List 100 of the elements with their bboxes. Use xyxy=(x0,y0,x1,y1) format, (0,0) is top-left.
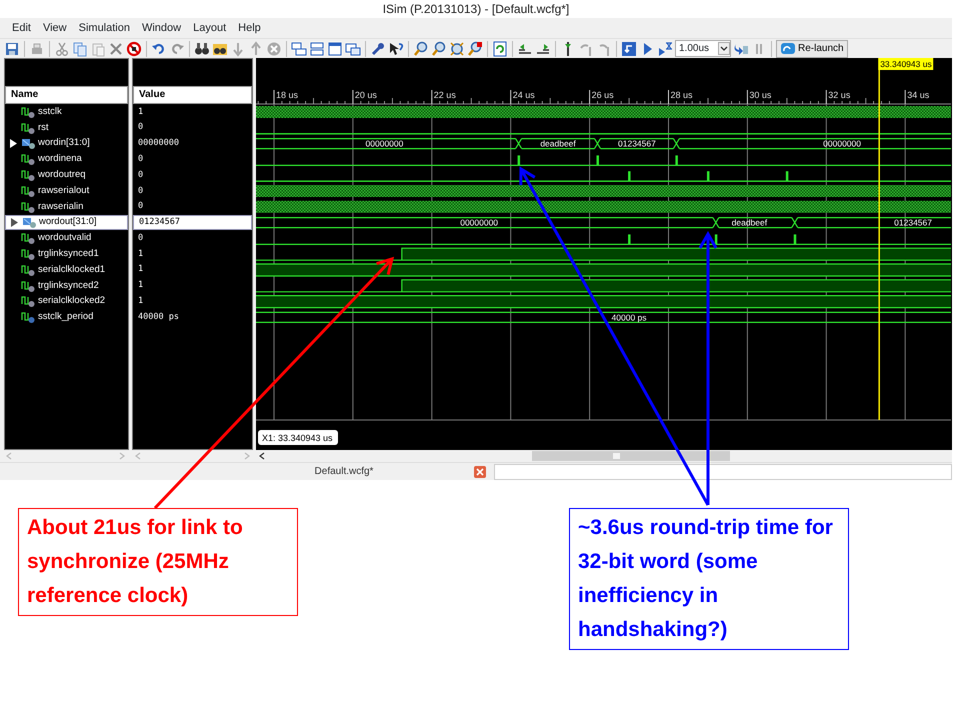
signal-value: 1 xyxy=(138,279,144,292)
time-tick-label: 18 us xyxy=(276,90,298,100)
signal-row[interactable]: serialclklocked2 xyxy=(5,294,128,310)
signal-name[interactable]: wordout[31:0] xyxy=(39,215,97,230)
menu-item[interactable]: Simulation xyxy=(72,20,136,36)
window-title: ISim (P.20131013) - [Default.wcfg*] xyxy=(0,0,952,18)
expand-arrow-icon[interactable] xyxy=(10,218,19,227)
bus-signal-icon xyxy=(22,216,36,228)
signal-row[interactable]: wordoutreq xyxy=(5,167,128,183)
signal-icon xyxy=(21,232,35,244)
signal-value: 0 xyxy=(138,200,144,214)
signal-name[interactable]: trglinksynced1 xyxy=(38,246,99,262)
signal-icon xyxy=(21,264,35,276)
copy-icon[interactable] xyxy=(72,40,88,56)
run-time-field[interactable]: 1.00us xyxy=(675,40,731,57)
menu-item[interactable]: Edit xyxy=(6,20,37,36)
column-header[interactable]: Name xyxy=(5,86,128,104)
bus-signal-icon xyxy=(21,137,35,150)
zoom-marker-icon[interactable] xyxy=(467,40,483,56)
signal-row[interactable]: rst xyxy=(5,120,128,136)
signal-name[interactable]: sstclk xyxy=(38,104,62,120)
menu-item[interactable]: Layout xyxy=(187,20,232,36)
tile-vertical-icon[interactable] xyxy=(327,40,343,56)
windows-icon[interactable] xyxy=(345,40,361,56)
time-tick-label: 22 us xyxy=(434,90,456,100)
signal-name[interactable]: sstclk_period xyxy=(38,310,94,324)
relaunch-icon[interactable] xyxy=(780,40,796,56)
help-pointer-icon[interactable] xyxy=(388,40,404,56)
scrollbar-thumb[interactable] xyxy=(532,451,730,461)
time-tick-label: 34 us xyxy=(907,90,930,100)
save-icon[interactable] xyxy=(4,40,20,56)
signal-name[interactable]: rawserialin xyxy=(38,200,84,214)
wrench-icon[interactable] xyxy=(370,40,386,56)
signal-name[interactable]: rawserialout xyxy=(38,184,90,198)
zoom-in-icon[interactable] xyxy=(413,40,429,56)
bus-value-label: 01234567 xyxy=(894,218,932,228)
time-tick-label: 26 us xyxy=(592,90,614,100)
signal-row[interactable]: wordinena xyxy=(5,151,128,168)
cursor-line[interactable] xyxy=(878,70,880,420)
restart-icon[interactable] xyxy=(621,40,637,56)
signal-row[interactable]: trglinksynced2 xyxy=(5,278,128,294)
run-for-icon[interactable] xyxy=(657,40,673,56)
refresh-icon[interactable] xyxy=(492,40,508,56)
menu-item[interactable]: View xyxy=(36,20,73,36)
bus-value-label: 00000000 xyxy=(366,138,404,149)
signal-icon xyxy=(21,122,35,134)
tile-horizontal-icon[interactable] xyxy=(309,40,325,56)
time-tick-label: 30 us xyxy=(749,90,772,100)
signal-name[interactable]: wordoutreq xyxy=(38,168,86,182)
signal-value: 1 xyxy=(138,106,144,118)
scroll-left-icon[interactable] xyxy=(259,452,264,460)
close-icon[interactable] xyxy=(474,466,486,478)
signal-value: 01234567 xyxy=(139,216,180,229)
cascade-windows-icon[interactable] xyxy=(291,40,307,56)
signal-icon xyxy=(21,184,35,197)
bus-value-label: deadbeef xyxy=(732,218,768,228)
signal-name[interactable]: trglinksynced2 xyxy=(38,278,99,293)
signal-row[interactable]: wordoutvalid xyxy=(5,230,128,246)
signal-value: 0 xyxy=(138,121,144,134)
column-header[interactable]: Value xyxy=(133,86,252,104)
signal-value: 00000000 xyxy=(138,137,179,150)
signal-row[interactable]: wordin[31:0] xyxy=(5,136,128,152)
zoom-out-icon[interactable] xyxy=(431,40,447,56)
signal-row[interactable]: sstclk xyxy=(5,104,128,120)
signal-row[interactable]: serialclklocked1 xyxy=(5,262,128,278)
annotation-note: About 21us for link to synchronize (25MHz reference clock) xyxy=(18,508,298,616)
signal-name[interactable]: wordinena xyxy=(38,152,82,166)
signal-icon xyxy=(21,280,35,292)
expand-arrow-icon[interactable] xyxy=(9,138,18,148)
signal-value: 0 xyxy=(138,184,144,198)
binoculars-icon[interactable] xyxy=(194,40,210,56)
menu-item[interactable]: Window xyxy=(136,20,188,36)
annotation-note: ~3.6us round-trip time for 32-bit word (some inefficiency in handshaking?) xyxy=(569,508,849,650)
signal-value: 0 xyxy=(138,168,144,182)
relaunch-button[interactable]: Re-launch xyxy=(776,40,848,58)
signal-row[interactable]: sstclk_period xyxy=(5,309,128,326)
menu-item[interactable]: Help xyxy=(232,20,267,36)
signal-value: 1 xyxy=(138,295,144,308)
bus-value-label: 00000000 xyxy=(460,218,498,228)
dropdown-caret-icon[interactable] xyxy=(718,42,730,55)
signal-row[interactable]: trglinksynced1 xyxy=(5,246,128,262)
cursor-readout: X1: 33.340943 us xyxy=(258,430,338,445)
signal-name[interactable]: rst xyxy=(38,120,49,135)
signal-name[interactable]: wordoutvalid xyxy=(38,231,92,246)
zoom-fit-icon[interactable] xyxy=(449,40,465,56)
time-tick-label: 24 us xyxy=(512,90,535,100)
selected-signal-row[interactable]: wordout[31:0] xyxy=(5,214,128,230)
bus-value-label: deadbeef xyxy=(540,138,576,149)
signal-row[interactable]: rawserialout xyxy=(5,182,128,199)
cursor-time-label: 33.340943 us xyxy=(878,58,934,70)
signal-name[interactable]: serialclklocked2 xyxy=(38,294,106,309)
signal-value: 0 xyxy=(138,232,144,245)
signal-icon xyxy=(21,295,35,308)
time-tick-label: 32 us xyxy=(828,90,850,100)
signal-name[interactable]: wordin[31:0] xyxy=(38,136,90,151)
signal-row[interactable]: rawserialin xyxy=(5,198,128,215)
signal-name[interactable]: serialclklocked1 xyxy=(38,262,106,277)
time-tick-label: 20 us xyxy=(354,90,377,100)
stop-icon[interactable] xyxy=(126,40,142,56)
signal-value: 0 xyxy=(138,152,144,166)
